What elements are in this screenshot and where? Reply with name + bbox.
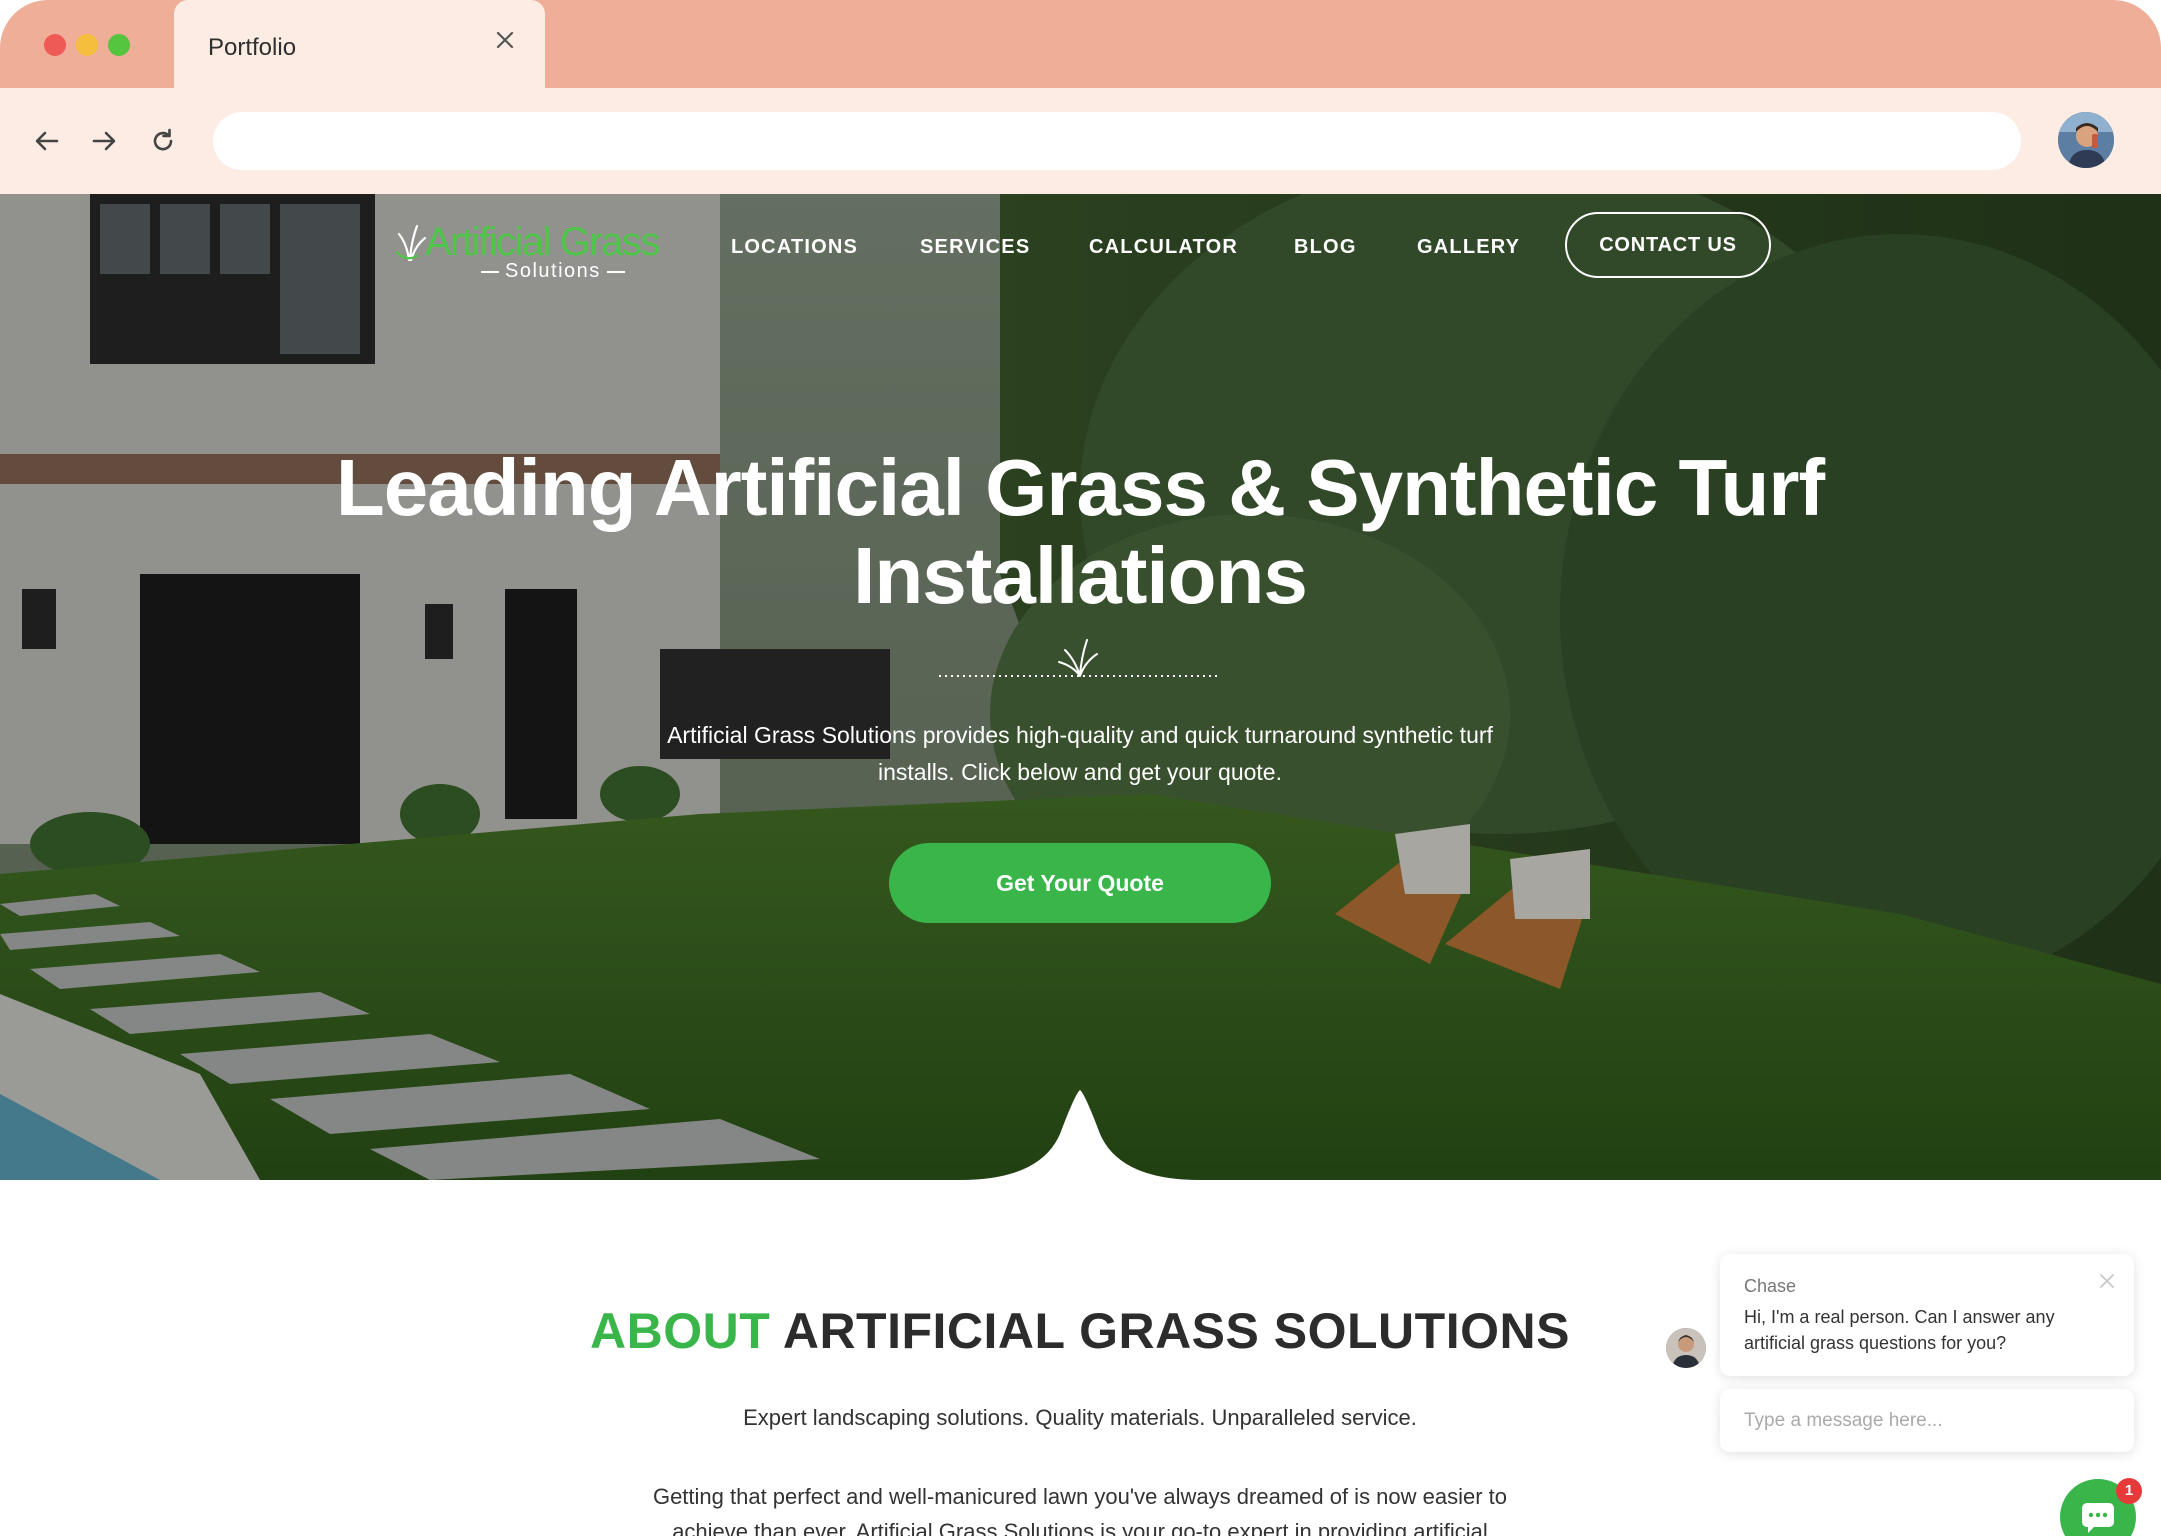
hero-title: Leading Artificial Grass & Synthetic Tur…: [335, 443, 1825, 620]
browser-toolbar: [0, 88, 2161, 194]
chat-message-text: Hi, I'm a real person. Can I answer any …: [1744, 1307, 2055, 1353]
logo-name: Artificial Grass: [425, 220, 660, 264]
grass-divider-icon: [939, 639, 1221, 677]
minimize-window-button[interactable]: [76, 34, 98, 56]
tab-title: Portfolio: [208, 34, 297, 61]
site-logo[interactable]: Artificial Grass Solutions: [395, 220, 675, 283]
back-arrow-icon[interactable]: [30, 124, 64, 158]
close-window-button[interactable]: [44, 34, 66, 56]
logo-subtitle: Solutions: [475, 260, 631, 283]
about-heading-rest: ARTIFICIAL GRASS SOLUTIONS: [782, 1303, 1570, 1359]
tab-bar: Portfolio: [0, 0, 2161, 88]
hero-background-image: [0, 194, 2161, 1180]
tab-close-icon[interactable]: [491, 26, 519, 54]
get-quote-button[interactable]: Get Your Quote: [889, 843, 1271, 923]
chat-close-icon[interactable]: [2096, 1270, 2118, 1292]
nav-services[interactable]: SERVICES: [920, 236, 1030, 259]
chat-message-card: Chase Hi, I'm a real person. Can I answe…: [1720, 1254, 2134, 1376]
nav-locations[interactable]: LOCATIONS: [731, 236, 858, 259]
about-tagline: Expert landscaping solutions. Quality ma…: [743, 1405, 1417, 1430]
about-heading: ABOUT ARTIFICIAL GRASS SOLUTIONS: [520, 1302, 1640, 1360]
address-bar[interactable]: [213, 112, 2021, 170]
forward-arrow-icon[interactable]: [87, 124, 121, 158]
profile-avatar[interactable]: [2058, 112, 2114, 168]
chat-agent-name: Chase: [1744, 1276, 1797, 1296]
browser-tab[interactable]: Portfolio: [174, 0, 545, 88]
hero-section: Artificial Grass Solutions LOCATIONS SER…: [0, 194, 2161, 1180]
about-heading-accent: ABOUT: [590, 1303, 771, 1359]
nav-gallery[interactable]: GALLERY: [1417, 236, 1520, 259]
nav-blog[interactable]: BLOG: [1294, 236, 1357, 259]
hero-description: Artificial Grass Solutions provides high…: [667, 722, 1493, 785]
grass-blade-icon: [395, 224, 427, 262]
chat-agent-avatar: [1666, 1328, 1706, 1368]
chat-message-input[interactable]: [1720, 1389, 2134, 1452]
reload-icon[interactable]: [146, 124, 180, 158]
browser-window: Portfolio Artificial Grass Solutions LOC…: [0, 0, 2161, 1536]
maximize-window-button[interactable]: [108, 34, 130, 56]
chat-unread-badge: 1: [2116, 1478, 2142, 1504]
about-body: Getting that perfect and well-manicured …: [652, 1484, 1508, 1536]
contact-us-button[interactable]: CONTACT US: [1565, 212, 1771, 278]
nav-calculator[interactable]: CALCULATOR: [1089, 236, 1238, 259]
